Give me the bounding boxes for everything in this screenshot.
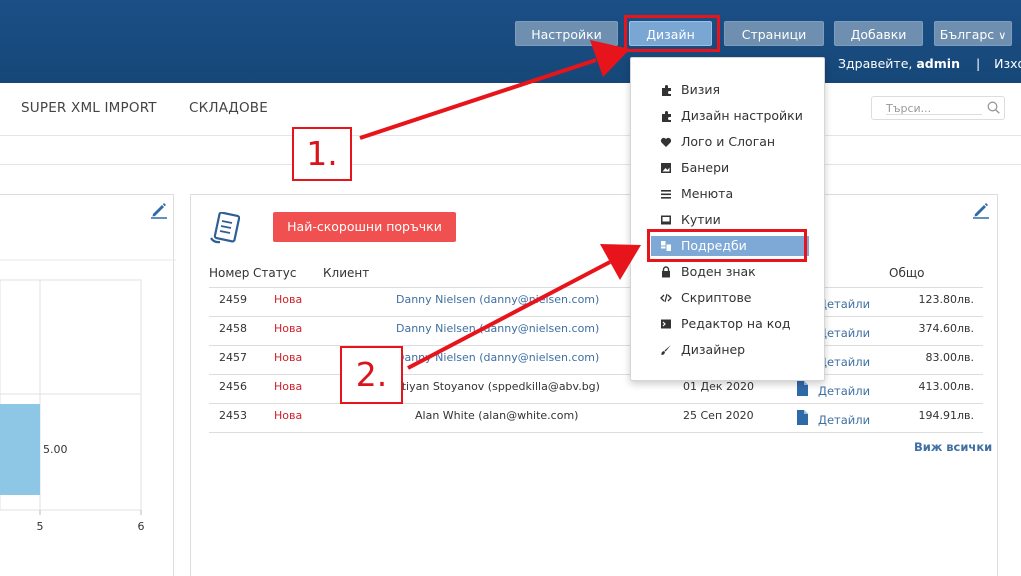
order-client[interactable]: Danny Nielsen (danny@nielsen.com)	[396, 322, 599, 335]
pages-button[interactable]: Страници	[724, 21, 824, 46]
brush-icon	[661, 345, 671, 355]
terminal-icon	[661, 319, 671, 329]
username: admin	[916, 56, 960, 71]
order-status: Нова	[274, 293, 303, 306]
receipt-icon	[210, 212, 240, 244]
dropdown-item-terminal[interactable]: Редактор на код	[651, 314, 809, 334]
order-status: Нова	[274, 351, 303, 364]
dropdown-item-puzzle[interactable]: Визия	[651, 80, 809, 100]
step-1-label: 1.	[292, 127, 352, 181]
order-total: 194.91лв.	[918, 409, 975, 422]
dropdown-item-label: Воден знак	[681, 264, 756, 279]
dropdown-item-label: Лого и Слоган	[681, 134, 776, 149]
row-divider	[209, 374, 983, 375]
row-divider	[209, 345, 983, 346]
recent-orders-button[interactable]: Най-скорошни поръчки	[273, 212, 456, 242]
list-icon	[661, 190, 671, 199]
language-label: Българс	[939, 27, 995, 42]
order-details-link[interactable]: Детайли	[818, 384, 870, 398]
dropdown-item-heart[interactable]: Лого и Слоган	[651, 132, 809, 152]
order-status: Нова	[274, 409, 303, 422]
separator: |	[975, 56, 981, 71]
row-divider	[209, 316, 983, 317]
col-total: Общо	[889, 266, 925, 280]
col-client: Клиент	[323, 266, 370, 280]
image-icon	[661, 163, 671, 173]
heart-icon	[660, 137, 672, 147]
lock-icon	[662, 266, 670, 278]
greeting-prefix: Здравейте,	[838, 56, 913, 71]
order-client: Alan White (alan@white.com)	[415, 409, 579, 422]
order-status: Нова	[274, 322, 303, 335]
col-status: Статус	[253, 266, 297, 280]
order-client[interactable]: Danny Nielsen (danny@nielsen.com)	[396, 293, 599, 306]
chevron-down-icon: ∨	[998, 29, 1007, 42]
document-icon[interactable]	[797, 410, 808, 425]
dropdown-item-brush[interactable]: Дизайнер	[651, 340, 809, 360]
order-number: 2459	[219, 293, 247, 306]
search-icon[interactable]	[987, 101, 1000, 114]
dropdown-item-label: Визия	[681, 82, 720, 97]
chart-bar	[0, 404, 40, 495]
dropdown-item-label: Редактор на код	[681, 316, 791, 331]
dropdown-item-list[interactable]: Менюта	[651, 184, 809, 204]
step-2-label: 2.	[340, 346, 403, 404]
order-total: 374.60лв.	[918, 322, 975, 335]
logout-link[interactable]: Изход	[994, 56, 1021, 71]
code-icon	[660, 293, 672, 303]
row-divider	[209, 432, 983, 433]
dropdown-item-image[interactable]: Банери	[651, 158, 809, 178]
dropdown-item-label: Кутии	[681, 212, 721, 227]
dropdown-item-code[interactable]: Скриптове	[651, 288, 809, 308]
document-icon[interactable]	[797, 381, 808, 396]
search-underline	[886, 114, 982, 115]
chart-svg: 5.00 5 6	[0, 259, 176, 533]
order-status: Нова	[274, 380, 303, 393]
order-date: 25 Сеп 2020	[683, 409, 754, 422]
chart-tick-label: 6	[138, 520, 145, 533]
dropdown-item-label: Менюта	[681, 186, 734, 201]
order-number: 2457	[219, 351, 247, 364]
language-select[interactable]: Българс ∨	[934, 21, 1012, 46]
dropdown-item-label: Скриптове	[681, 290, 752, 305]
col-number: Номер	[209, 266, 250, 280]
highlight-layouts-item	[647, 229, 807, 262]
dropdown-item-label: Банери	[681, 160, 730, 175]
search-input[interactable]: Търси...	[871, 96, 1005, 120]
order-total: 413.00лв.	[918, 380, 975, 393]
dropdown-item-box[interactable]: Кутии	[651, 210, 809, 230]
order-details-link[interactable]: Детайли	[818, 355, 870, 369]
dropdown-item-label: Дизайнер	[681, 342, 746, 357]
header-divider	[209, 287, 983, 288]
settings-button[interactable]: Настройки	[515, 21, 618, 46]
design-dropdown-menu: Визия Дизайн настройки Лого и Слоган Банери…	[630, 57, 825, 381]
puzzle-icon	[662, 85, 671, 96]
edit-icon[interactable]	[972, 201, 990, 219]
nav-item-warehouses[interactable]: СКЛАДОВЕ	[189, 100, 268, 116]
order-details-link[interactable]: Детайли	[818, 413, 870, 427]
order-total: 123.80лв.	[918, 293, 975, 306]
order-number: 2453	[219, 409, 247, 422]
row-divider	[209, 403, 983, 404]
highlight-design-button	[624, 15, 720, 52]
order-number: 2458	[219, 322, 247, 335]
dropdown-item-puzzle[interactable]: Дизайн настройки	[651, 106, 809, 126]
chart-tick-label: 5	[37, 520, 44, 533]
order-date: 01 Дек 2020	[683, 380, 754, 393]
addons-button[interactable]: Добавки	[834, 21, 923, 46]
order-number: 2456	[219, 380, 247, 393]
view-all-link[interactable]: Виж всички	[914, 440, 992, 454]
puzzle-icon	[662, 111, 671, 122]
chart-data-label: 5.00	[43, 443, 68, 456]
dropdown-item-lock[interactable]: Воден знак	[651, 262, 809, 282]
order-client[interactable]: Danny Nielsen (danny@nielsen.com)	[396, 351, 599, 364]
order-total: 83.00лв.	[925, 351, 974, 364]
order-details-link[interactable]: Детайли	[818, 326, 870, 340]
greeting: Здравейте, admin | Изход	[838, 56, 1021, 71]
order-details-link[interactable]: Детайли	[818, 297, 870, 311]
box-icon	[661, 215, 671, 225]
order-client: stiyan Stoyanov (sppedkilla@abv.bg)	[396, 380, 600, 393]
dropdown-item-label: Дизайн настройки	[681, 108, 803, 123]
